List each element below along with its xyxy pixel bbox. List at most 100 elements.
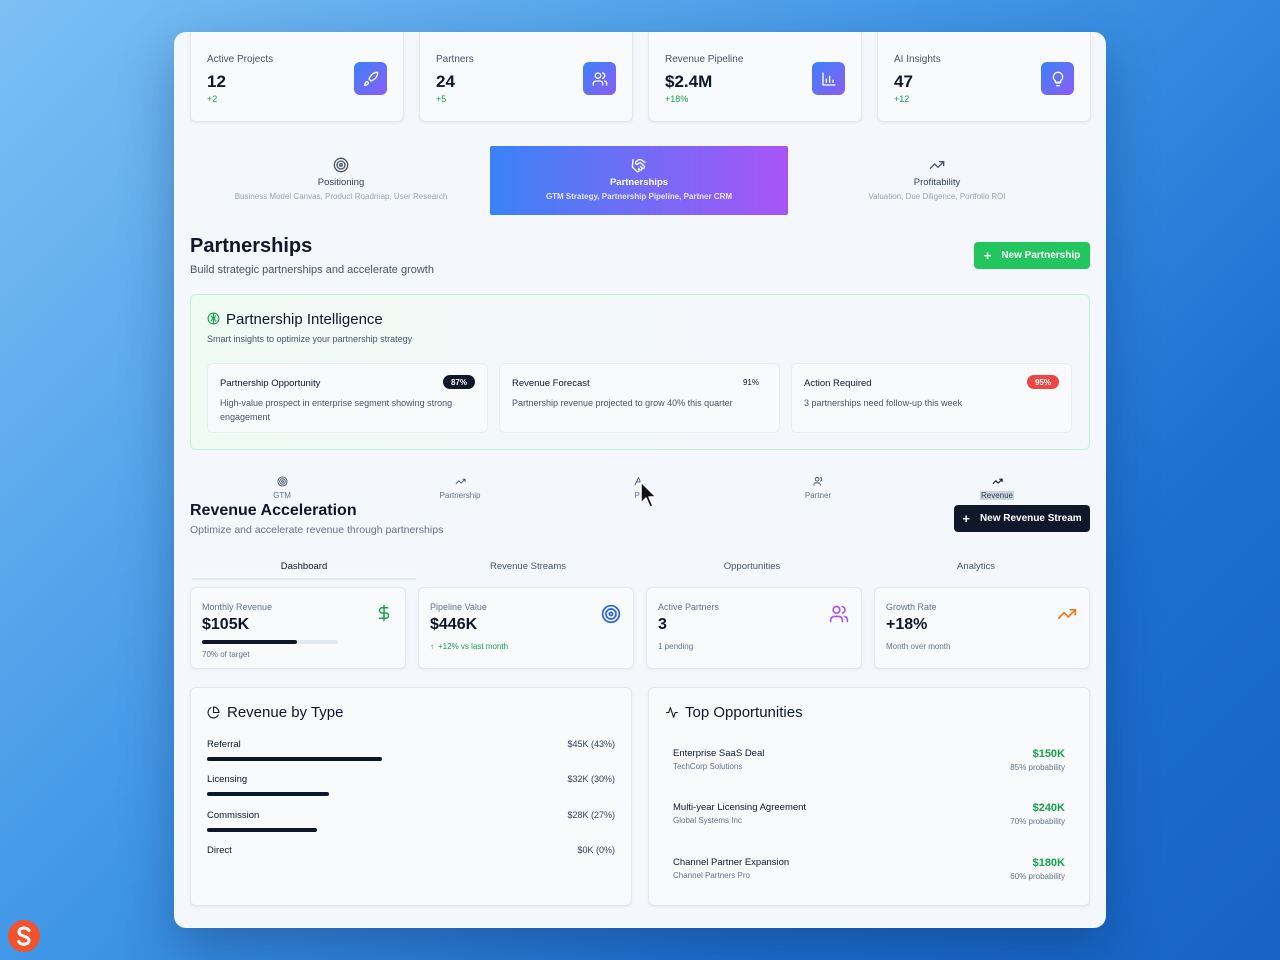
phase-profitability[interactable]: Profitability Valuation, Due Diligence, … [788,146,1086,215]
revenue-by-type-panel: Revenue by Type Referral $45K (43%) Lice… [190,687,632,906]
subnav-label: Revenue [979,491,1015,500]
users-icon [788,476,848,488]
subnav-revenue[interactable]: Revenue [967,476,1027,500]
pipeline-icon [608,476,668,488]
subnav-partner[interactable]: Partner [788,476,848,500]
insight-card-forecast[interactable]: Revenue Forecast 91% Partnership revenue… [499,363,780,433]
opportunity-company: TechCorp Solutions [673,762,743,771]
opportunity-item[interactable]: Enterprise SaaS Deal TechCorp Solutions … [673,748,1065,784]
top-opportunities-title: Top Opportunities [685,704,803,721]
opportunity-name: Channel Partner Expansion [673,857,790,868]
phase-partnerships[interactable]: Partnerships GTM Strategy, Partnership P… [490,146,788,215]
revenue-by-type-title: Revenue by Type [227,704,344,721]
progress-track [202,640,338,644]
stat-label: AI Insights [894,54,941,65]
type-bar [207,828,317,832]
plus-icon: + [983,248,992,263]
type-value: $28K (27%) [567,810,615,820]
tab-dashboard[interactable]: Dashboard [192,560,416,580]
insight-title: Action Required [804,378,872,389]
plus-icon: + [962,511,970,526]
dollar-icon [375,604,393,627]
target-icon [601,604,621,629]
pie-chart-icon [207,706,220,724]
tab-analytics[interactable]: Analytics [864,560,1088,580]
kpi-sub-text: +12% vs last month [438,642,509,651]
tab-opportunities[interactable]: Opportunities [640,560,864,580]
subnav-label: Pi [634,491,642,500]
stat-delta: +12 [894,94,910,104]
kpi-sub: 70% of target [202,650,250,659]
new-partnership-button[interactable]: + New Partnership [974,242,1090,269]
activity-icon [665,706,679,724]
kpi-label: Monthly Revenue [202,602,273,612]
subnav-gtm[interactable]: GTM [252,476,312,500]
kpi-growth-rate[interactable]: Growth Rate +18% Month over month [874,587,1090,669]
type-bar [207,792,329,796]
kpi-value: $446K [430,616,478,633]
stat-value: 12 [207,72,226,91]
stat-value: 24 [436,72,455,91]
target-icon [192,157,490,173]
insight-text: 3 partnerships need follow-up this week [804,398,963,408]
mouse-cursor [640,481,658,514]
type-value: $45K (43%) [567,739,615,749]
opportunity-company: Global Systems Inc [673,816,742,825]
stat-label: Partners [436,54,474,65]
intelligence-title: Partnership Intelligence [226,311,383,328]
subnav-label: GTM [273,491,291,500]
handshake-icon [490,157,788,173]
kpi-value: 3 [658,616,667,633]
type-value: $0K (0%) [577,845,615,855]
phase-subtitle: GTM Strategy, Partnership Pipeline, Part… [545,192,733,201]
kpi-active-partners[interactable]: Active Partners 3 1 pending [646,587,862,669]
kpi-label: Pipeline Value [430,602,487,612]
insight-title: Revenue Forecast [512,378,590,389]
bar-chart-icon [812,62,845,95]
opportunity-amount: $150K [1032,748,1065,760]
new-revenue-stream-button[interactable]: + New Revenue Stream [954,505,1090,532]
stat-card-active-projects[interactable]: Active Projects 12 +2 [190,32,404,122]
tab-revenue-streams[interactable]: Revenue Streams [416,560,640,580]
type-value: $32K (30%) [567,774,615,784]
lightbulb-icon [1041,62,1074,95]
arrow-up-icon: ↑ [430,642,434,651]
kpi-label: Growth Rate [886,602,937,612]
insight-card-opportunity[interactable]: Partnership Opportunity 87% High-value p… [207,363,488,433]
page-subtitle: Build strategic partnerships and acceler… [190,264,434,276]
opportunity-item[interactable]: Channel Partner Expansion Channel Partne… [673,857,1065,893]
subnav-pipeline[interactable]: Pi [608,476,668,500]
phase-subtitle: Valuation, Due Diligence, Portfolio ROI [868,192,1006,201]
phase-positioning[interactable]: Positioning Business Model Canvas, Produ… [192,146,490,215]
insight-text: High-value prospect in enterprise segmen… [220,398,453,422]
users-icon [829,604,849,629]
brand-logo-icon [8,920,40,952]
opportunity-company: Channel Partners Pro [673,871,750,880]
type-label: Licensing [207,774,248,785]
partnership-intelligence-panel: Partnership Intelligence Smart insights … [190,294,1090,450]
subnav-partnership[interactable]: Partnership [430,476,490,500]
insight-text: Partnership revenue projected to grow 40… [512,398,733,408]
type-bar [207,757,382,761]
stat-card-revenue-pipeline[interactable]: Revenue Pipeline $2.4M +18% [648,32,862,122]
stat-card-ai-insights[interactable]: AI Insights 47 +12 [877,32,1091,122]
opportunity-name: Enterprise SaaS Deal [673,748,765,759]
page-title: Partnerships [190,235,313,257]
opportunity-probability: 85% probability [1010,763,1065,772]
opportunity-item[interactable]: Multi-year Licensing Agreement Global Sy… [673,802,1065,838]
confidence-badge: 87% [442,375,475,389]
kpi-sub: Month over month [886,642,951,651]
phase-title: Profitability [913,177,961,188]
opportunity-name: Multi-year Licensing Agreement [673,802,807,813]
kpi-value: $105K [202,616,250,633]
stat-delta: +18% [665,94,689,104]
kpi-pipeline-value[interactable]: Pipeline Value $446K ↑ +12% vs last month [418,587,634,669]
kpi-monthly-revenue[interactable]: Monthly Revenue $105K 70% of target [190,587,406,669]
trending-up-icon [788,157,1086,173]
insight-card-action[interactable]: Action Required 95% 3 partnerships need … [791,363,1072,433]
stat-card-partners[interactable]: Partners 24 +5 [419,32,633,122]
kpi-sub: 1 pending [658,642,694,651]
brain-icon [207,312,220,330]
stat-delta: +5 [436,94,447,104]
trending-up-icon [1057,604,1077,629]
